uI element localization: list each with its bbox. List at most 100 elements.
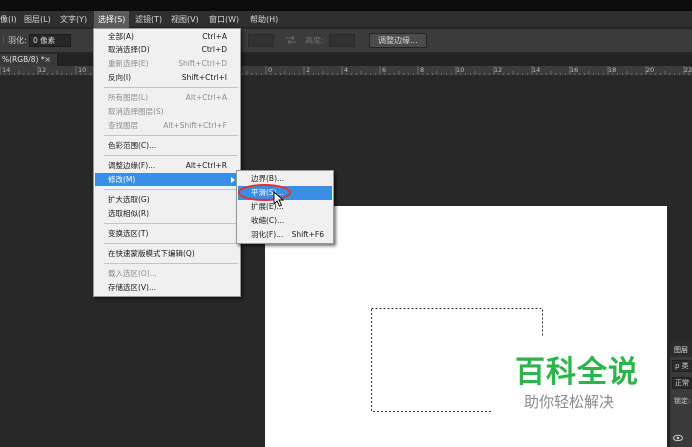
menu-item-label: 载入选区(O)... [108, 269, 157, 278]
menu-item-label: 取消选择图层(S) [108, 107, 164, 116]
blend-mode-select[interactable]: 正常 [672, 377, 692, 389]
watermark-title: 百科全说 [515, 355, 639, 390]
ruler-label: 18 [608, 66, 617, 74]
menu-item-shortcut: Shift+Ctrl+D [178, 59, 227, 68]
menu-separator [104, 243, 238, 244]
ruler-label: 2 [306, 66, 311, 74]
width-input[interactable] [248, 34, 274, 47]
menu-separator [104, 135, 238, 136]
menu-separator [104, 263, 238, 264]
top-strip [0, 0, 692, 11]
menu-item-reselect[interactable]: 重新选择(E) Shift+Ctrl+D [95, 57, 239, 70]
ruler-label: 16 [570, 66, 579, 74]
menu-image[interactable]: 像(I) [0, 11, 21, 28]
ruler-label: 12 [494, 66, 503, 74]
menu-item-label: 所有图层(L) [108, 93, 149, 102]
swap-icon[interactable] [285, 35, 297, 45]
select-menu: 全部(A) Ctrl+A 取消选择(D) Ctrl+D 重新选择(E) Shif… [93, 28, 241, 297]
submenu-item-feather[interactable]: 羽化(F)... Shift+F6 [238, 228, 332, 242]
ruler-label: 6 [382, 66, 387, 74]
ruler-label: 4 [344, 66, 349, 74]
menu-item-label: 羽化(F)... [251, 230, 284, 239]
close-icon[interactable]: × [44, 54, 51, 66]
menu-item-color-range[interactable]: 色彩范围(C)... [95, 139, 239, 152]
options-divider: | [2, 35, 6, 45]
menu-item-label: 全部(A) [108, 32, 134, 41]
menu-window[interactable]: 窗口(W) [205, 11, 243, 28]
layers-panel: 图层 ρ 类 正常 锁定: [669, 343, 692, 447]
menu-item-save-selection[interactable]: 存储选区(V)... [95, 281, 239, 294]
submenu-arrow-icon [231, 177, 235, 183]
panel-tab-layers[interactable]: 图层 [670, 343, 692, 357]
menu-item-quick-mask[interactable]: 在快速蒙版模式下编辑(Q) [95, 247, 239, 260]
menu-item-label: 色彩范围(C)... [108, 141, 157, 150]
menu-select[interactable]: 选择(S) [94, 11, 130, 28]
menu-item-shortcut: Alt+Shift+Ctrl+F [163, 121, 227, 130]
menu-item-label: 收缩(C)... [251, 216, 285, 225]
document-tab-title: %(RGB/8) * [2, 55, 45, 64]
menu-item-grow[interactable]: 扩大选取(G) [95, 193, 239, 206]
ruler-label: 0 [268, 66, 273, 74]
ruler-label: 14 [532, 66, 541, 74]
menu-item-shortcut: Alt+Ctrl+R [185, 161, 227, 170]
ruler-label: 12 [38, 66, 47, 74]
lock-label: 锁定: [674, 397, 691, 405]
menu-type[interactable]: 文字(Y) [56, 11, 91, 28]
menu-item-load-selection[interactable]: 载入选区(O)... [95, 267, 239, 280]
feather-label: 羽化: [8, 36, 27, 45]
modify-submenu: 边界(B)... 平滑(S)... 扩展(E)... 收缩(C)... 羽化(F… [236, 170, 334, 244]
menu-item-inverse[interactable]: 反向(I) Shift+Ctrl+I [95, 71, 239, 84]
menu-item-label: 在快速蒙版模式下编辑(Q) [108, 249, 195, 258]
menu-bar: 像(I) 图层(L) 文字(Y) 选择(S) 滤镜(T) 视图(V) 窗口(W)… [0, 11, 692, 28]
menu-item-deselect[interactable]: 取消选择(D) Ctrl+D [95, 43, 239, 56]
ruler-label: 8 [420, 66, 425, 74]
layer-filter-field[interactable]: ρ 类 [672, 360, 692, 372]
menu-view[interactable]: 视图(V) [167, 11, 203, 28]
menu-separator [104, 189, 238, 190]
ruler-label: 22 [684, 66, 692, 74]
menu-item-label: 重新选择(E) [108, 59, 149, 68]
feather-input[interactable]: 0 像素 [29, 34, 71, 47]
cursor-icon [273, 191, 284, 207]
ruler-label: 14 [2, 66, 11, 74]
menu-filter[interactable]: 滤镜(T) [131, 11, 166, 28]
ruler-label: 20 [646, 66, 655, 74]
menu-item-label: 调整边缘(F)... [108, 161, 156, 170]
document-tab[interactable]: %(RGB/8) * × [0, 54, 58, 66]
menu-separator [104, 155, 238, 156]
ruler-label: 10 [78, 66, 87, 74]
height-input[interactable] [329, 34, 355, 47]
menu-item-label: 存储选区(V)... [108, 283, 157, 292]
menu-item-shortcut: Shift+F6 [291, 230, 324, 239]
menu-item-all-layers[interactable]: 所有图层(L) Alt+Ctrl+A [95, 91, 239, 104]
watermark-subtitle: 助你轻松解决 [524, 393, 615, 411]
menu-item-shortcut: Ctrl+D [201, 45, 227, 54]
menu-separator [104, 223, 238, 224]
submenu-item-expand[interactable]: 扩展(E)... [238, 200, 332, 214]
refine-edge-button[interactable]: 调整边缘... [369, 33, 427, 48]
menu-help[interactable]: 帮助(H) [246, 11, 282, 28]
menu-item-label: 扩大选取(G) [108, 195, 150, 204]
menu-item-label: 查找图层 [108, 121, 138, 130]
menu-item-select-all[interactable]: 全部(A) Ctrl+A [95, 30, 239, 43]
menu-item-transform-selection[interactable]: 变换选区(T) [95, 227, 239, 240]
menu-item-label: 选取相似(R) [108, 209, 150, 218]
menu-item-similar[interactable]: 选取相似(R) [95, 207, 239, 220]
menu-item-label: 变换选区(T) [108, 229, 149, 238]
menu-item-refine-edge[interactable]: 调整边缘(F)... Alt+Ctrl+R [95, 159, 239, 172]
ruler-label: 10 [456, 66, 465, 74]
submenu-item-contract[interactable]: 收缩(C)... [238, 214, 332, 228]
menu-item-modify[interactable]: 修改(M) [95, 173, 239, 186]
menu-item-shortcut: Alt+Ctrl+A [185, 93, 227, 102]
menu-item-label: 取消选择(D) [108, 45, 150, 54]
menu-item-shortcut: Ctrl+A [202, 32, 227, 41]
eye-icon[interactable] [673, 434, 683, 442]
menu-item-label: 反向(I) [108, 73, 132, 82]
menu-layer[interactable]: 图层(L) [20, 11, 55, 28]
menu-item-deselect-layers[interactable]: 取消选择图层(S) [95, 105, 239, 118]
menu-separator [104, 87, 238, 88]
menu-item-shortcut: Shift+Ctrl+I [181, 73, 227, 82]
menu-item-label: 修改(M) [108, 175, 136, 184]
menu-item-find-layers[interactable]: 查找图层 Alt+Shift+Ctrl+F [95, 119, 239, 132]
height-label: 高度: [305, 36, 324, 45]
